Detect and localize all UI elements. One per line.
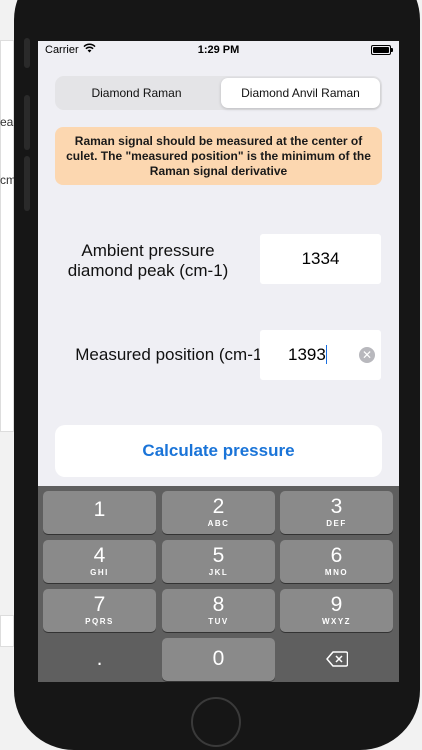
key-decimal[interactable]: . [43,638,156,681]
app-screen: Carrier 1:29 PM Diamond Raman Diamond An… [38,41,399,682]
key-2[interactable]: 2 ABC [162,491,275,534]
mute-switch [24,38,30,68]
measured-position-label: Measured position (cm-1) [75,345,268,364]
status-time: 1:29 PM [197,44,240,56]
background-app-text: ea [0,115,14,129]
status-bar: Carrier 1:29 PM [38,41,399,59]
clear-icon[interactable]: ✕ [359,347,375,363]
key-0[interactable]: 0 [162,638,275,681]
background-app-panel [0,615,14,647]
volume-down-button [24,156,30,211]
key-delete[interactable] [280,638,393,681]
battery-icon [371,45,393,55]
ambient-peak-input[interactable]: 1334 [260,234,381,284]
text-cursor [326,345,327,364]
measurement-warning: Raman signal should be measured at the c… [55,127,382,185]
ambient-peak-value: 1334 [301,249,340,268]
measured-position-value: 1393 [288,345,326,364]
key-8[interactable]: 8 TUV [162,589,275,632]
key-6[interactable]: 6 MNO [280,540,393,583]
key-9[interactable]: 9 WXYZ [280,589,393,632]
key-5[interactable]: 5 JKL [162,540,275,583]
measured-position-input[interactable]: 1393 ✕ [260,330,381,380]
background-app-panel [0,40,14,432]
key-4[interactable]: 4 GHI [43,540,156,583]
segment-diamond-anvil-raman[interactable]: Diamond Anvil Raman [221,78,380,108]
key-3[interactable]: 3 DEF [280,491,393,534]
home-button[interactable] [191,697,241,747]
ambient-peak-label: Ambient pressure diamond peak (cm-1) [67,241,229,280]
calculate-pressure-button[interactable]: Calculate pressure [55,425,382,477]
numeric-keypad: 1 2 ABC 3 DEF 4 GHI 5 JKL 6 MNO 7 PQRS 8… [38,486,399,682]
volume-up-button [24,95,30,150]
key-7[interactable]: 7 PQRS [43,589,156,632]
mode-segmented-control: Diamond Raman Diamond Anvil Raman [55,76,382,110]
key-1[interactable]: 1 [43,491,156,534]
segment-diamond-raman[interactable]: Diamond Raman [57,78,216,108]
backspace-icon [325,651,348,667]
